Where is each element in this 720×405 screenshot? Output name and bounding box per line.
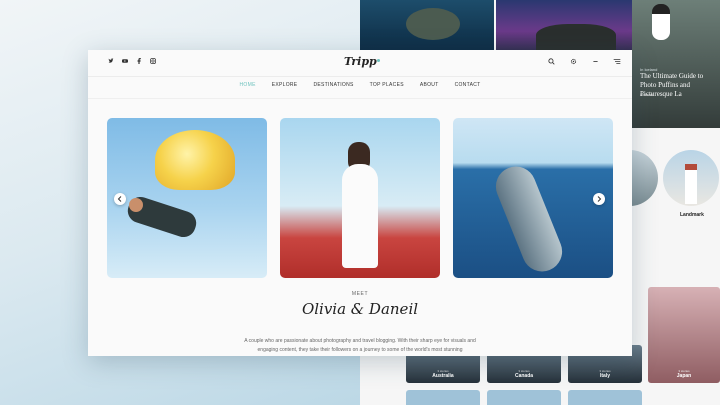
- nav-item-explore[interactable]: EXPLORE: [272, 82, 298, 88]
- country-name: Japan: [676, 373, 692, 379]
- header-tools: [547, 58, 621, 66]
- night-sky-photo: [496, 0, 632, 52]
- facebook-icon[interactable]: [136, 58, 142, 64]
- intro-kicker: MEET: [351, 291, 369, 297]
- chevron-right-icon[interactable]: [593, 193, 605, 205]
- search-icon[interactable]: [547, 58, 555, 66]
- nav-item-home[interactable]: HOME: [240, 82, 256, 88]
- chevron-left-icon[interactable]: [114, 193, 126, 205]
- main-nav: HOME EXPLORE DESTINATIONS TOP PLACES ABO…: [88, 82, 632, 88]
- whale-underwater-photo[interactable]: [453, 118, 613, 278]
- logo-text: Tripp: [344, 55, 377, 68]
- settings-icon[interactable]: [569, 58, 577, 66]
- country-card[interactable]: [487, 390, 561, 405]
- country-card-japan[interactable]: 3 stories Japan: [648, 287, 720, 383]
- country-name: Australia: [432, 373, 454, 379]
- nav-item-destinations[interactable]: DESTINATIONS: [313, 82, 353, 88]
- nav-item-contact[interactable]: CONTACT: [455, 82, 481, 88]
- country-name: Italy: [599, 373, 610, 379]
- parachute-photo[interactable]: [107, 118, 267, 278]
- intro-names: Olivia & Daneil: [301, 300, 419, 318]
- featured-location: Iceland: [640, 92, 653, 97]
- divider: [88, 76, 632, 77]
- browser-window: Tripp HOME EXPLORE DESTINATIONS TOP PLAC…: [88, 50, 632, 356]
- country-card[interactable]: [568, 390, 642, 405]
- site-logo[interactable]: Tripp: [344, 55, 380, 68]
- puffin-photo[interactable]: [632, 0, 720, 128]
- minus-icon[interactable]: [591, 58, 599, 66]
- landmark-circle[interactable]: [663, 150, 719, 206]
- youtube-icon[interactable]: [122, 58, 128, 64]
- social-links: [108, 58, 156, 64]
- country-card[interactable]: [406, 390, 480, 405]
- nav-item-top-places[interactable]: TOP PLACES: [370, 82, 404, 88]
- twitter-icon[interactable]: [108, 58, 114, 64]
- nav-item-about[interactable]: ABOUT: [420, 82, 439, 88]
- instagram-icon[interactable]: [150, 58, 156, 64]
- divider: [88, 98, 632, 99]
- intro-description: A couple who are passionate about photog…: [244, 338, 476, 353]
- country-name: Canada: [514, 373, 534, 379]
- menu-icon[interactable]: [613, 58, 621, 66]
- logo-dot: [376, 59, 380, 62]
- turtle-photo: [360, 0, 494, 52]
- landmark-label: Landmark: [680, 212, 704, 218]
- woman-in-poppy-field-photo[interactable]: [280, 118, 440, 278]
- header: Tripp: [88, 50, 632, 74]
